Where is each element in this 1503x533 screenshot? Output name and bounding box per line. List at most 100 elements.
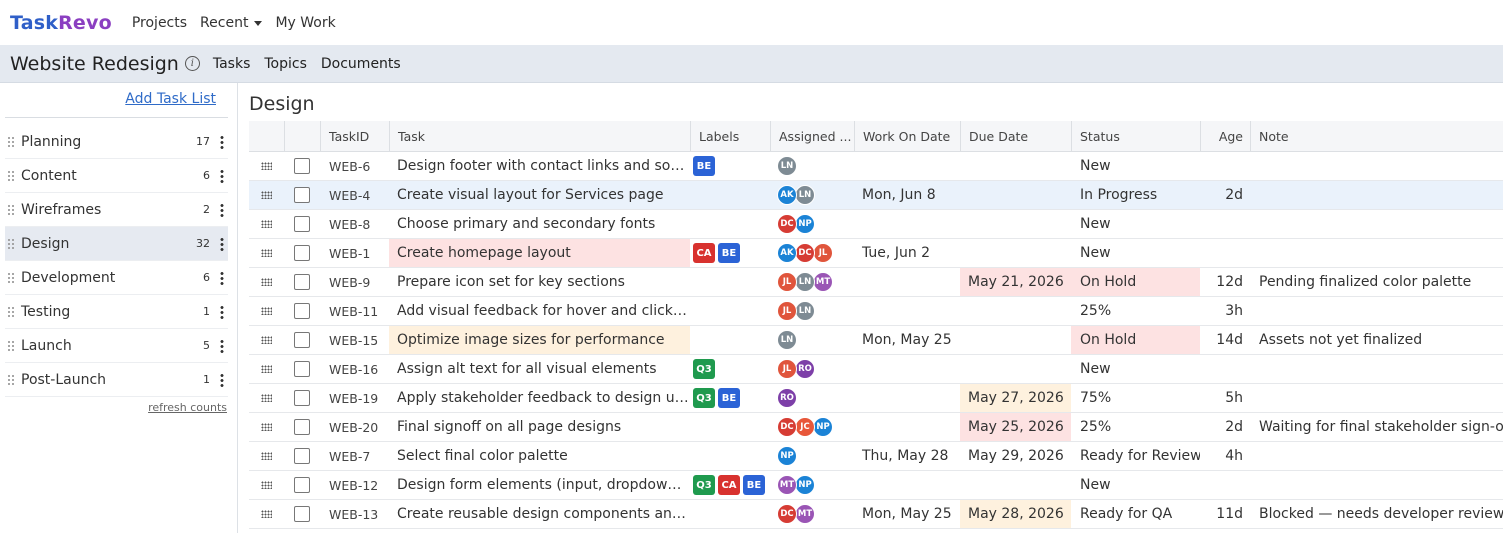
- task-id[interactable]: WEB-19: [320, 384, 389, 412]
- row-checkbox[interactable]: [294, 332, 310, 348]
- task-name-cell[interactable]: Final signoff on all page designs: [389, 413, 690, 441]
- status[interactable]: New: [1071, 471, 1200, 499]
- due-date[interactable]: [960, 297, 1071, 325]
- row-checkbox[interactable]: [294, 245, 310, 261]
- sidebar-item-content[interactable]: Content 6: [5, 159, 228, 193]
- status[interactable]: New: [1071, 239, 1200, 267]
- sidebar-item-development[interactable]: Development 6: [5, 261, 228, 295]
- task-id[interactable]: WEB-7: [320, 442, 389, 470]
- due-date[interactable]: May 27, 2026: [960, 384, 1071, 412]
- avatar[interactable]: RO: [777, 388, 797, 408]
- drag-handle-icon[interactable]: [261, 162, 272, 170]
- row-checkbox[interactable]: [294, 419, 310, 435]
- row-checkbox[interactable]: [294, 477, 310, 493]
- drag-handle-icon[interactable]: [261, 452, 272, 460]
- task-name-cell[interactable]: Assign alt text for all visual elements: [389, 355, 690, 383]
- label-badge-ca[interactable]: CA: [693, 243, 715, 263]
- drag-handle-icon[interactable]: [7, 135, 15, 148]
- work-on-date[interactable]: [854, 384, 960, 412]
- note[interactable]: [1250, 297, 1503, 325]
- header-labels[interactable]: Labels: [690, 121, 770, 151]
- status[interactable]: 25%: [1071, 297, 1200, 325]
- work-on-date[interactable]: [854, 268, 960, 296]
- drag-handle-icon[interactable]: [261, 220, 272, 228]
- task-id[interactable]: WEB-4: [320, 181, 389, 209]
- info-icon[interactable]: i: [184, 56, 200, 71]
- avatar[interactable]: NP: [813, 417, 833, 437]
- more-options-icon[interactable]: [220, 134, 224, 149]
- more-options-icon[interactable]: [220, 338, 224, 353]
- status[interactable]: 75%: [1071, 384, 1200, 412]
- task-name-cell[interactable]: Create homepage layout: [389, 239, 690, 267]
- task-name[interactable]: Prepare icon set for key sections: [397, 274, 625, 290]
- drag-handle-icon[interactable]: [261, 191, 272, 199]
- task-name-cell[interactable]: Design footer with contact links and soc…: [389, 152, 690, 180]
- row-checkbox[interactable]: [294, 361, 310, 377]
- header-note[interactable]: Note: [1250, 121, 1503, 151]
- drag-handle-icon[interactable]: [261, 423, 272, 431]
- label-badge-be[interactable]: BE: [718, 388, 740, 408]
- brand-logo[interactable]: TaskRevo: [10, 12, 112, 34]
- table-row[interactable]: WEB-1 Create homepage layout CA BE AK DC JL Tue…: [249, 239, 1503, 268]
- tab-topics[interactable]: Topics: [264, 56, 307, 72]
- drag-handle-icon[interactable]: [261, 336, 272, 344]
- avatar[interactable]: AK: [777, 243, 797, 263]
- header-due-date[interactable]: Due Date: [960, 121, 1071, 151]
- avatar[interactable]: NP: [795, 214, 815, 234]
- sidebar-item-launch[interactable]: Launch 5: [5, 329, 228, 363]
- status[interactable]: New: [1071, 152, 1200, 180]
- header-taskid[interactable]: TaskID: [320, 121, 389, 151]
- task-id[interactable]: WEB-12: [320, 471, 389, 499]
- more-options-icon[interactable]: [220, 270, 224, 285]
- task-id[interactable]: WEB-16: [320, 355, 389, 383]
- task-name[interactable]: Select final color palette: [397, 448, 568, 464]
- row-checkbox[interactable]: [294, 216, 310, 232]
- status[interactable]: On Hold: [1071, 268, 1200, 296]
- work-on-date[interactable]: Tue, Jun 2: [854, 239, 960, 267]
- drag-handle-icon[interactable]: [7, 339, 15, 352]
- task-id[interactable]: WEB-13: [320, 500, 389, 528]
- task-name[interactable]: Optimize image sizes for performance: [397, 332, 665, 348]
- refresh-counts-link[interactable]: refresh counts: [148, 401, 227, 414]
- work-on-date[interactable]: [854, 471, 960, 499]
- drag-handle-icon[interactable]: [261, 307, 272, 315]
- status[interactable]: New: [1071, 210, 1200, 238]
- table-row[interactable]: WEB-4 Create visual layout for Services p…: [249, 181, 1503, 210]
- note[interactable]: Pending finalized color palette: [1250, 268, 1503, 296]
- drag-handle-icon[interactable]: [261, 510, 272, 518]
- status[interactable]: In Progress: [1071, 181, 1200, 209]
- drag-handle-icon[interactable]: [7, 203, 15, 216]
- due-date[interactable]: May 25, 2026: [960, 413, 1071, 441]
- work-on-date[interactable]: [854, 210, 960, 238]
- avatar[interactable]: LN: [795, 272, 815, 292]
- table-row[interactable]: WEB-12 Design form elements (input, dropd…: [249, 471, 1503, 500]
- due-date[interactable]: [960, 210, 1071, 238]
- sidebar-item-post-launch[interactable]: Post-Launch 1: [5, 363, 228, 397]
- sidebar-item-testing[interactable]: Testing 1: [5, 295, 228, 329]
- table-row[interactable]: WEB-9 Prepare icon set for key sections JL…: [249, 268, 1503, 297]
- note[interactable]: [1250, 210, 1503, 238]
- label-badge-be[interactable]: BE: [693, 156, 715, 176]
- due-date[interactable]: [960, 152, 1071, 180]
- table-row[interactable]: WEB-6 Design footer with contact links an…: [249, 152, 1503, 181]
- label-badge-be[interactable]: BE: [743, 475, 765, 495]
- avatar[interactable]: NP: [795, 475, 815, 495]
- task-name[interactable]: Apply stakeholder feedback to design upd…: [397, 390, 690, 406]
- table-row[interactable]: WEB-19 Apply stakeholder feedback to desi…: [249, 384, 1503, 413]
- row-checkbox[interactable]: [294, 303, 310, 319]
- task-name-cell[interactable]: Create reusable design components and te…: [389, 500, 690, 528]
- status[interactable]: On Hold: [1071, 326, 1200, 354]
- avatar[interactable]: MT: [795, 504, 815, 524]
- row-checkbox[interactable]: [294, 390, 310, 406]
- work-on-date[interactable]: Mon, May 25: [854, 326, 960, 354]
- task-name-cell[interactable]: Create visual layout for Services page: [389, 181, 690, 209]
- note[interactable]: [1250, 442, 1503, 470]
- work-on-date[interactable]: [854, 297, 960, 325]
- note[interactable]: [1250, 181, 1503, 209]
- due-date[interactable]: [960, 181, 1071, 209]
- table-row[interactable]: WEB-11 Add visual feedback for hover and …: [249, 297, 1503, 326]
- note[interactable]: Waiting for final stakeholder sign-off: [1250, 413, 1503, 441]
- label-badge-q3[interactable]: Q3: [693, 359, 715, 379]
- header-assigned[interactable]: Assigned ...: [770, 121, 854, 151]
- more-options-icon[interactable]: [220, 372, 224, 387]
